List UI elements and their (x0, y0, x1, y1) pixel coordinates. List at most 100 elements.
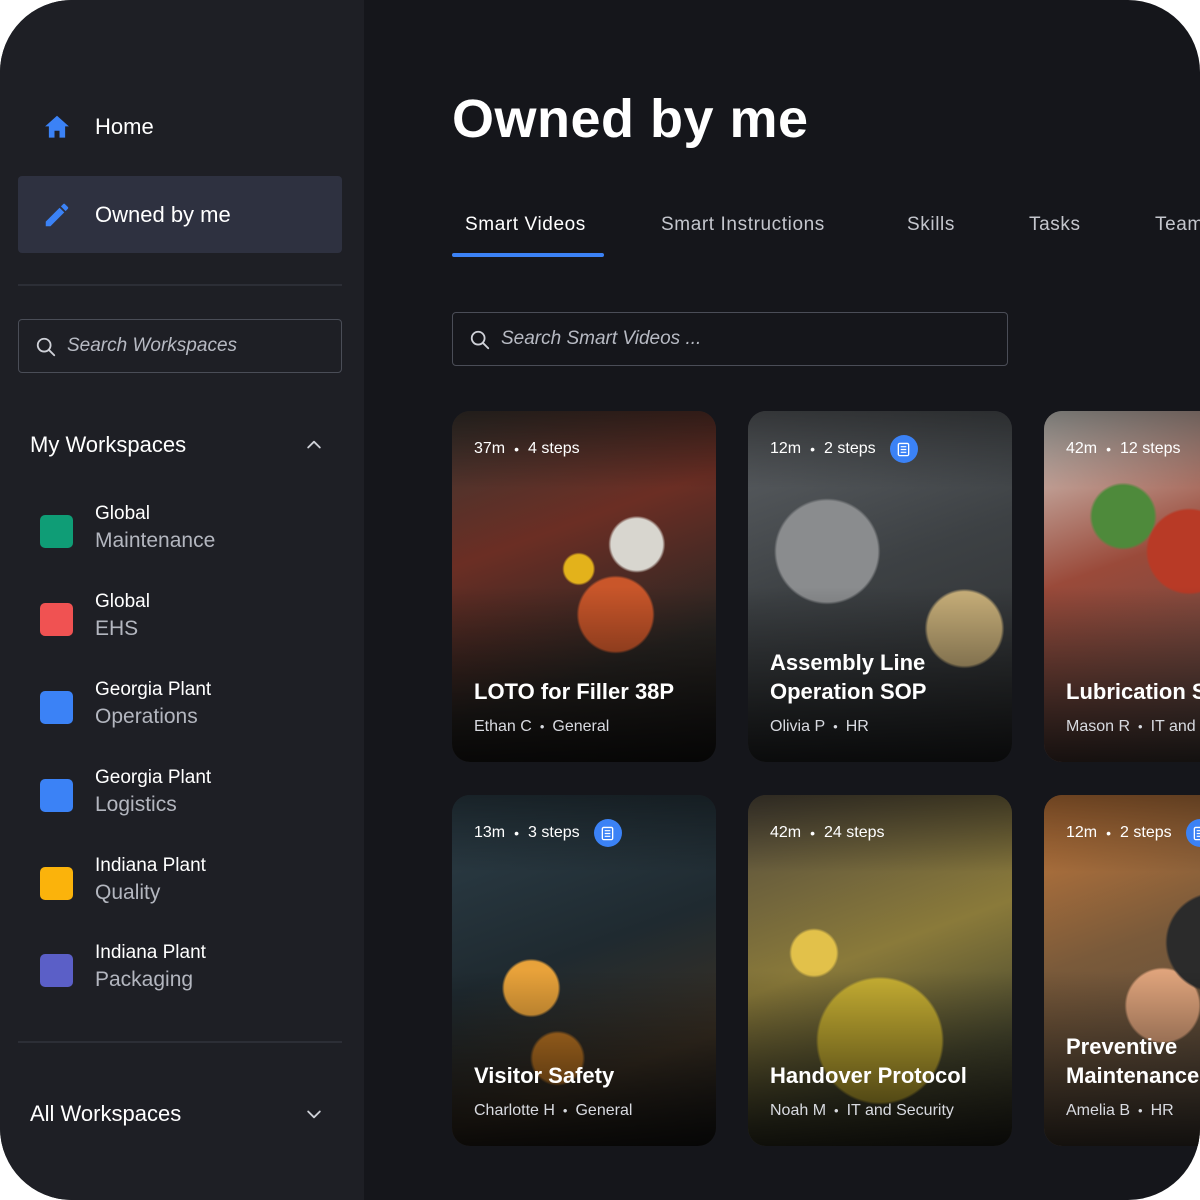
tab-smart-instructions[interactable]: Smart Instructions (661, 214, 825, 236)
video-search-input[interactable] (501, 313, 991, 364)
workspace-item[interactable]: Indiana Plant Packaging (40, 942, 340, 1002)
chevron-down-icon[interactable] (304, 1104, 324, 1124)
video-duration: 12m (1066, 824, 1098, 841)
tab-skills[interactable]: Skills (907, 214, 955, 236)
document-icon (593, 819, 622, 847)
workspace-item[interactable]: Georgia Plant Operations (40, 679, 340, 739)
separator-dot: • (514, 825, 520, 841)
video-byline: Mason R • IT and Security (1066, 718, 1200, 736)
video-byline: Charlotte H • General (474, 1102, 632, 1120)
video-byline: Olivia P • HR (770, 718, 869, 736)
sidebar-divider (18, 284, 342, 286)
thumbnail-overlay (452, 795, 716, 1146)
video-card[interactable]: 42m • 12 steps Lubrication Schedule Mason R •… (1044, 411, 1200, 762)
workspace-location: Global (95, 591, 150, 612)
video-card[interactable]: 42m • 24 steps Handover Protocol Noah M • IT a… (748, 795, 1012, 1146)
video-title: Lubrication Schedule (1066, 679, 1200, 704)
video-author: Charlotte H (474, 1102, 555, 1119)
workspace-color-swatch (40, 954, 73, 987)
separator-dot: • (1138, 719, 1143, 734)
video-author: Ethan C (474, 718, 532, 735)
workspace-color-swatch (40, 691, 73, 724)
thumbnail-overlay (1044, 795, 1200, 1146)
separator-dot: • (562, 1103, 568, 1118)
video-meta: 12m • 2 steps (770, 435, 918, 463)
sidebar: Home Owned by me My Workspaces Global Mai… (0, 0, 364, 1200)
video-steps: 2 steps (824, 440, 876, 457)
video-author: Olivia P (770, 718, 826, 735)
video-byline: Noah M • IT and Security (770, 1102, 954, 1120)
video-meta: 12m • 2 steps (1066, 819, 1200, 847)
video-author: Amelia B (1066, 1102, 1131, 1119)
video-duration: 42m (770, 824, 802, 841)
video-steps: 2 steps (1120, 824, 1172, 841)
search-icon (36, 337, 56, 357)
separator-dot: • (810, 441, 816, 457)
video-meta: 13m • 3 steps (474, 819, 622, 847)
video-author: Mason R (1066, 718, 1131, 735)
tab-tasks[interactable]: Tasks (1029, 214, 1081, 236)
sidebar-item-label: Home (95, 113, 154, 139)
separator-dot: • (810, 825, 816, 841)
all-workspaces-header[interactable]: All Workspaces (30, 1094, 342, 1134)
video-card[interactable]: 12m • 2 steps Preventive Maintenance Amelia … (1044, 795, 1200, 1146)
my-workspaces-header[interactable]: My Workspaces (30, 425, 342, 465)
workspace-item[interactable]: Global Maintenance (40, 503, 340, 563)
video-duration: 13m (474, 824, 506, 841)
workspace-item[interactable]: Georgia Plant Logistics (40, 767, 340, 827)
video-byline: Ethan C • General (474, 718, 609, 736)
video-workspace: IT and Security (846, 1102, 954, 1119)
home-icon (45, 115, 69, 138)
sidebar-item-label: Owned by me (95, 201, 231, 227)
video-workspace: HR (1150, 1102, 1174, 1119)
sidebar-divider (18, 1041, 342, 1043)
workspace-location: Georgia Plant (95, 767, 212, 788)
tab-teams[interactable]: Teams (1155, 214, 1200, 236)
workspace-name: Logistics (95, 793, 177, 816)
search-icon (470, 330, 490, 350)
video-steps: 12 steps (1120, 440, 1181, 457)
video-title: Preventive Maintenance (1066, 1034, 1200, 1088)
sidebar-item-owned-by-me[interactable]: Owned by me (18, 176, 342, 253)
app-frame: Home Owned by me My Workspaces Global Mai… (0, 0, 1200, 1200)
video-workspace: IT and Security (1150, 718, 1200, 735)
video-card[interactable]: 13m • 3 steps Visitor Safety Charlotte H • Gen… (452, 795, 716, 1146)
video-duration: 42m (1066, 440, 1098, 457)
section-title: My Workspaces (30, 432, 187, 457)
video-title: Handover Protocol (770, 1063, 967, 1088)
workspace-item[interactable]: Indiana Plant Quality (40, 855, 340, 915)
workspace-search-input[interactable] (67, 320, 327, 371)
workspace-location: Indiana Plant (95, 855, 206, 876)
workspace-name: Quality (95, 881, 161, 904)
thumbnail-overlay (748, 795, 1012, 1146)
workspace-search[interactable] (18, 319, 342, 373)
video-byline: Amelia B • HR (1066, 1102, 1174, 1120)
workspace-color-swatch (40, 779, 73, 812)
workspace-color-swatch (40, 515, 73, 548)
workspace-color-swatch (40, 603, 73, 636)
workspace-location: Georgia Plant (95, 679, 212, 700)
separator-dot: • (833, 719, 838, 734)
video-card[interactable]: 37m • 4 steps LOTO for Filler 38P Ethan C • Ge… (452, 411, 716, 762)
video-card[interactable]: 12m • 2 steps Assembly Line Operation SOP Ol… (748, 411, 1012, 762)
workspace-item[interactable]: Global EHS (40, 591, 340, 651)
thumbnail-overlay (1044, 411, 1200, 762)
tab-smart-videos[interactable]: Smart Videos (465, 214, 586, 236)
video-meta: 42m • 24 steps (770, 821, 885, 845)
pencil-icon (45, 203, 69, 226)
video-search[interactable] (452, 312, 1008, 366)
chevron-up-icon[interactable] (304, 435, 324, 455)
active-tab-indicator (452, 253, 604, 257)
workspace-name: Packaging (95, 968, 194, 991)
separator-dot: • (834, 1103, 839, 1118)
document-icon (1185, 819, 1200, 847)
workspace-location: Global (95, 503, 150, 524)
thumbnail-overlay (748, 411, 1012, 762)
sidebar-item-home[interactable]: Home (18, 88, 342, 165)
section-title: All Workspaces (30, 1101, 182, 1126)
video-title: Visitor Safety (474, 1063, 615, 1088)
document-icon (889, 435, 918, 463)
separator-dot: • (514, 441, 520, 457)
video-duration: 37m (474, 440, 506, 457)
video-meta: 42m • 12 steps (1066, 437, 1181, 461)
